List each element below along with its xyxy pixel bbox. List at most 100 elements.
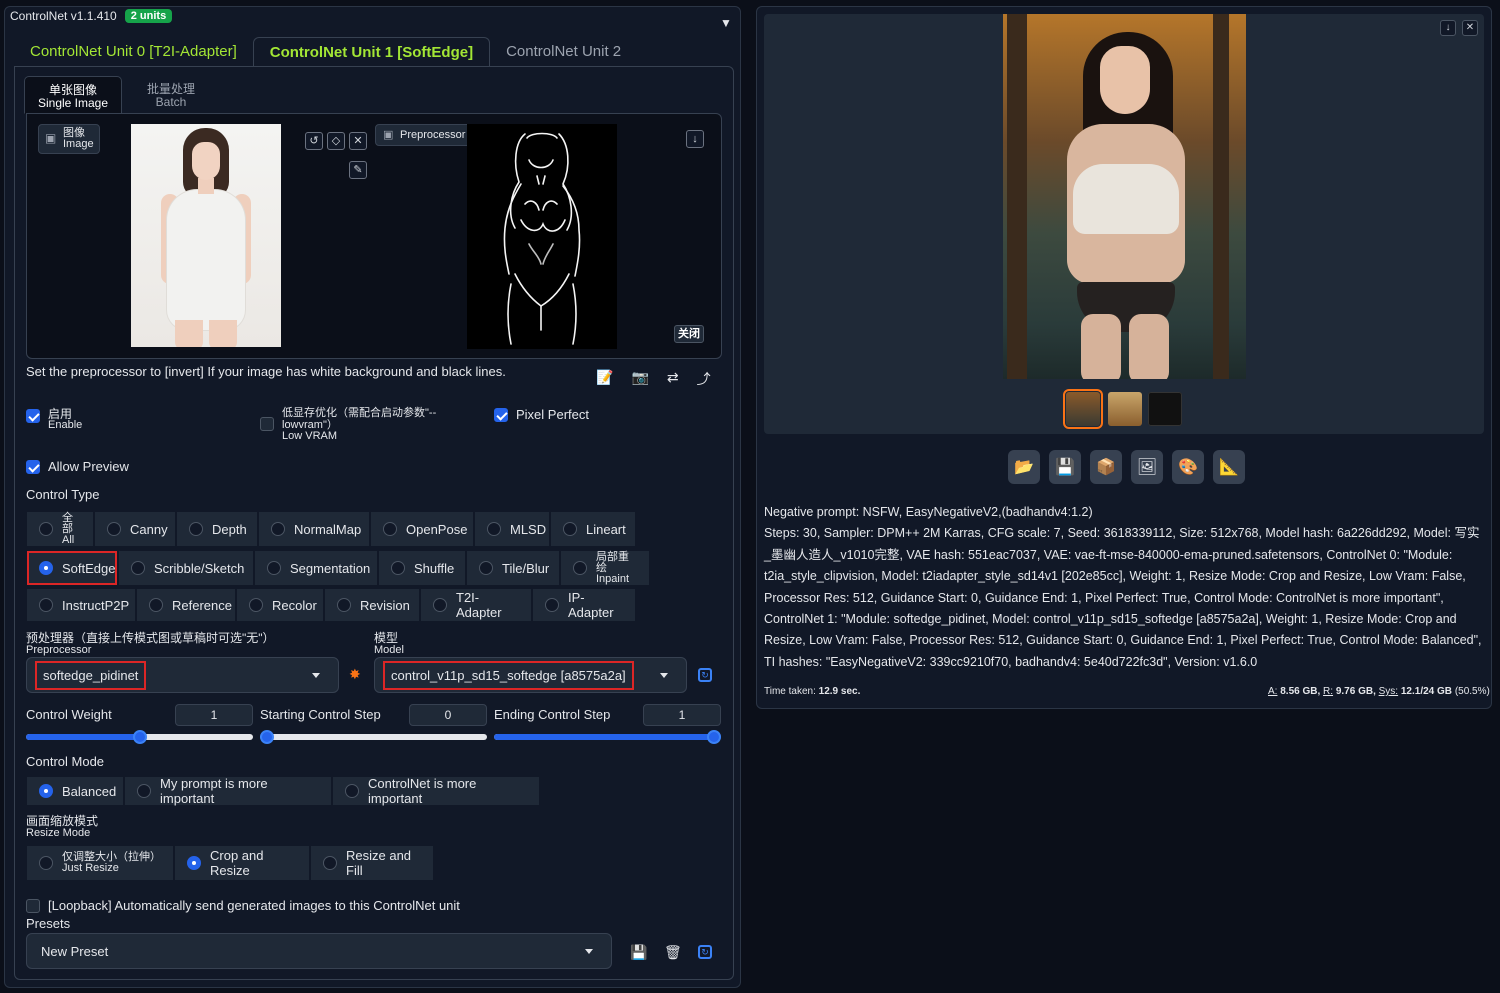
hint-toolbar: 📝 📷 ⇄ ⤴ <box>596 369 711 389</box>
slider-thumb[interactable] <box>707 730 721 744</box>
generated-image[interactable] <box>1003 14 1246 379</box>
save-preset-icon[interactable]: 💾 <box>630 944 647 961</box>
undo-icon[interactable]: ↺ <box>305 132 323 150</box>
control-type-openpose[interactable]: OpenPose <box>370 511 474 547</box>
send-to-img2img-icon[interactable]: 🖼 <box>1131 450 1163 484</box>
preprocessor-preview-image <box>467 124 617 349</box>
loopback-checkbox-box[interactable] <box>26 899 40 913</box>
download-preview-icon[interactable]: ↓ <box>686 130 704 148</box>
preprocessor-hint: Set the preprocessor to [invert] If your… <box>26 364 506 379</box>
control-weight-slider[interactable] <box>26 730 253 744</box>
input-image[interactable] <box>131 124 281 347</box>
control-type-reference[interactable]: Reference <box>136 588 236 622</box>
webcam-icon[interactable]: 📷 <box>631 369 648 389</box>
control-type-inpaint[interactable]: 局部重绘 Inpaint <box>560 550 650 586</box>
low-vram-checkbox-box[interactable] <box>260 417 274 431</box>
control-type-row-3: InstructP2P Reference Recolor Revision T… <box>26 588 636 622</box>
allow-preview-checkbox-box[interactable] <box>26 460 40 474</box>
presets-value: New Preset <box>41 943 109 959</box>
swap-icon[interactable]: ⇄ <box>667 369 679 389</box>
control-type-depth[interactable]: Depth <box>176 511 258 547</box>
controlnet-header[interactable]: ControlNet v1.1.410 2 units <box>10 9 173 23</box>
resize-mode-crop-and-resize[interactable]: Crop and Resize <box>174 845 310 881</box>
allow-preview-checkbox[interactable]: Allow Preview <box>26 459 129 474</box>
brush-icon[interactable]: ✎ <box>349 161 367 179</box>
pixel-perfect-checkbox-box[interactable] <box>494 408 508 422</box>
control-type-shuffle[interactable]: Shuffle <box>378 550 466 586</box>
zip-icon[interactable]: 📦 <box>1090 450 1122 484</box>
eraser-icon[interactable]: ◇ <box>327 132 345 150</box>
save-icon[interactable]: 💾 <box>1049 450 1081 484</box>
run-preprocessor-icon[interactable]: ✸ <box>349 666 361 683</box>
control-type-scribble[interactable]: Scribble/Sketch <box>118 550 254 586</box>
gallery-thumbnail-3[interactable] <box>1148 392 1182 426</box>
ending-step-label: Ending Control Step <box>494 707 611 722</box>
chevron-down-icon <box>660 672 668 678</box>
enable-checkbox-box[interactable] <box>26 409 40 423</box>
control-type-ip-adapter[interactable]: IP-Adapter <box>532 588 636 622</box>
refresh-models-icon[interactable]: ↻ <box>698 668 712 682</box>
ending-step-input[interactable]: 1 <box>643 704 721 726</box>
send-to-extras-icon[interactable]: 📐 <box>1213 450 1245 484</box>
control-type-t2i-adapter[interactable]: T2I-Adapter <box>420 588 532 622</box>
send-dimensions-icon[interactable]: ⤴ <box>697 369 711 389</box>
preprocessor-select[interactable]: softedge_pidinet <box>26 657 339 693</box>
delete-preset-icon[interactable]: 🗑 <box>664 944 682 961</box>
resize-mode-resize-and-fill[interactable]: Resize and Fill <box>310 845 434 881</box>
chevron-down-icon <box>585 948 593 954</box>
control-type-revision[interactable]: Revision <box>324 588 420 622</box>
control-type-normalmap[interactable]: NormalMap <box>258 511 370 547</box>
generation-info: Negative prompt: NSFW, EasyNegativeV2,(b… <box>764 502 1486 673</box>
starting-step-input[interactable]: 0 <box>409 704 487 726</box>
resize-mode-options: 仅调整大小（拉伸） Just Resize Crop and Resize Res… <box>26 845 434 881</box>
tab-unit-2[interactable]: ControlNet Unit 2 <box>490 37 637 67</box>
tab-unit-1[interactable]: ControlNet Unit 1 [SoftEdge] <box>252 37 491 67</box>
pixel-perfect-checkbox[interactable]: Pixel Perfect <box>494 407 589 422</box>
model-select[interactable]: control_v11p_sd15_softedge [a8575a2a] <box>374 657 687 693</box>
close-preview-button[interactable]: 关闭 <box>674 325 704 343</box>
control-mode-label: Control Mode <box>26 754 105 769</box>
resize-mode-label: 画面缩放模式 Resize Mode <box>26 814 99 839</box>
tab-single-image[interactable]: 单张图像 Single Image <box>24 76 122 114</box>
gallery-thumbnail-1[interactable] <box>1063 389 1103 429</box>
control-type-softedge[interactable]: SoftEdge <box>26 550 118 586</box>
loopback-checkbox[interactable]: [Loopback] Automatically send generated … <box>26 898 460 913</box>
new-canvas-icon[interactable]: 📝 <box>596 369 613 389</box>
download-icon[interactable]: ↓ <box>1440 20 1456 36</box>
control-weight-label: Control Weight <box>26 707 112 722</box>
output-actions: 📂 💾 📦 🖼 🎨 📐 <box>1008 450 1245 484</box>
close-icon[interactable]: ✕ <box>1462 20 1478 36</box>
clear-image-icon[interactable]: ✕ <box>349 132 367 150</box>
control-mode-balanced[interactable]: Balanced <box>26 776 124 806</box>
ending-step-slider[interactable] <box>494 730 721 744</box>
tab-unit-0[interactable]: ControlNet Unit 0 [T2I-Adapter] <box>14 37 253 67</box>
control-type-lineart[interactable]: Lineart <box>550 511 636 547</box>
control-mode-prompt[interactable]: My prompt is more important <box>124 776 332 806</box>
starting-step-slider[interactable] <box>260 730 487 744</box>
control-type-all[interactable]: 全部 All <box>26 511 94 547</box>
image-icon: ▣ <box>45 131 57 145</box>
tab-batch[interactable]: 批量处理 Batch <box>122 76 220 114</box>
control-type-tile-blur[interactable]: Tile/Blur <box>466 550 560 586</box>
gallery-thumbnail-2[interactable] <box>1108 392 1142 426</box>
vram-usage: A: 8.56 GB, R: 9.76 GB, Sys: 12.1/24 GB … <box>1268 686 1490 697</box>
units-badge: 2 units <box>124 9 173 23</box>
resize-mode-just-resize[interactable]: 仅调整大小（拉伸） Just Resize <box>26 845 174 881</box>
control-mode-controlnet[interactable]: ControlNet is more important <box>332 776 540 806</box>
enable-checkbox[interactable]: 启用 Enable <box>26 408 82 431</box>
model-value: control_v11p_sd15_softedge [a8575a2a] <box>383 660 634 690</box>
slider-thumb[interactable] <box>132 730 147 744</box>
low-vram-checkbox[interactable]: 低显存优化（需配合启动参数"-- lowvram"） Low VRAM <box>260 407 436 442</box>
control-type-mlsd[interactable]: MLSD <box>474 511 550 547</box>
send-to-inpaint-icon[interactable]: 🎨 <box>1172 450 1204 484</box>
control-type-row-1: 全部 All Canny Depth NormalMap OpenPose MLS… <box>26 511 636 547</box>
control-type-recolor[interactable]: Recolor <box>236 588 324 622</box>
presets-select[interactable]: New Preset <box>26 933 612 969</box>
slider-thumb[interactable] <box>260 730 274 744</box>
control-type-segmentation[interactable]: Segmentation <box>254 550 378 586</box>
control-type-canny[interactable]: Canny <box>94 511 176 547</box>
control-weight-input[interactable]: 1 <box>175 704 253 726</box>
refresh-presets-icon[interactable]: ↻ <box>698 945 712 959</box>
control-type-instructp2p[interactable]: InstructP2P <box>26 588 136 622</box>
open-folder-icon[interactable]: 📂 <box>1008 450 1040 484</box>
